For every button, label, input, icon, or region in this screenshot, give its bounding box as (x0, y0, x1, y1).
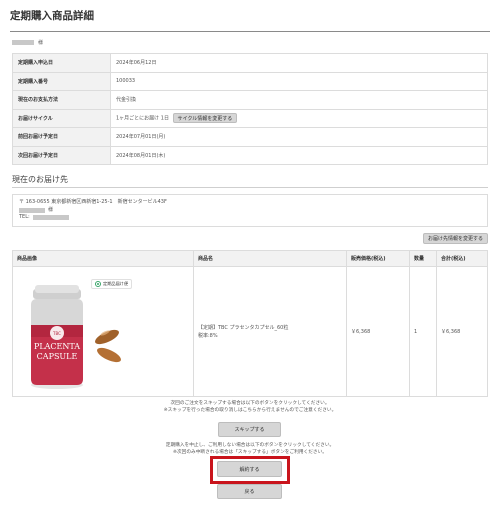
customer-name: 様 (12, 39, 43, 46)
info-label: 前回お届け予定日 (12, 127, 111, 147)
header-price: 販売価格(税込) (346, 250, 410, 267)
cancel-note-2: ※次回のみ中断される場合は「スキップする」ボタンをご利用ください。 (173, 450, 327, 455)
info-value: 2024年06月12日 (110, 53, 488, 73)
info-row: 定期購入申込日 2024年06月12日 (12, 53, 488, 73)
skip-button[interactable]: スキップする (218, 422, 281, 437)
info-label: お届けサイクル (12, 108, 111, 128)
items-table: 商品画像 商品名 販売価格(税込) 数量 合計(税込) TBC PLACENTA… (12, 250, 488, 397)
title-divider (10, 31, 490, 32)
redacted-name (12, 40, 34, 45)
subscription-info-table: 定期購入申込日 2024年06月12日 定期購入番号 100033 現在のお支払… (12, 53, 488, 165)
info-label: 定期購入申込日 (12, 53, 111, 73)
cancel-note-1: 定期購入を中止し、ご利用しない場合は以下のボタンをクリックしてください。 (165, 443, 335, 448)
info-label: 次回お届け予定日 (12, 145, 111, 165)
product-price: ￥6,368 (346, 266, 410, 397)
info-row: お届けサイクル 1ヶ月ごとにお届け 1日 サイクル情報を変更する (12, 108, 488, 128)
tel-label: TEL: (19, 214, 30, 220)
cancel-notes: 定期購入を中止し、ご利用しない場合は以下のボタンをクリックしてください。 ※次回… (0, 442, 500, 456)
skip-notes: 次回のご注文をスキップする場合は以下のボタンをクリックしてください。 ※スキップ… (0, 400, 500, 414)
bottle-label-line1: PLACENTA (34, 342, 80, 351)
delivery-section-title: 現在のお届け先 (12, 175, 68, 184)
info-value: 代金引換 (110, 90, 488, 110)
product-total: ￥6,368 (436, 266, 488, 397)
redacted-tel (32, 215, 69, 221)
badge-label: 定期品届け便 (103, 281, 129, 286)
info-row: 前回お届け予定日 2024年07月01日(月) (12, 127, 488, 147)
header-name: 商品名 (193, 250, 347, 267)
items-header-row: 商品画像 商品名 販売価格(税込) 数量 合計(税込) (12, 250, 488, 267)
redacted-recipient (19, 207, 45, 213)
subscription-badge: 定期品届け便 (91, 279, 133, 289)
recipient-suffix: 様 (48, 206, 54, 213)
product-qty: 1 (409, 266, 437, 397)
product-image: TBC PLACENTA CAPSULE (31, 285, 121, 389)
header-qty: 数量 (409, 250, 437, 267)
badge-check-icon (95, 281, 101, 287)
bottle-brand-text: TBC (52, 331, 61, 336)
info-value: 100033 (110, 71, 488, 91)
info-label: 定期購入番号 (12, 71, 111, 91)
info-value: 2024年08月01日(木) (110, 145, 488, 165)
product-tax: 税率:8% (198, 332, 218, 339)
info-value: 1ヶ月ごとにお届け 1日 (116, 115, 169, 122)
info-value-cell: 1ヶ月ごとにお届け 1日 サイクル情報を変更する (110, 108, 488, 128)
bottle-label-line2: CAPSULE (37, 352, 78, 361)
info-row: 次回お届け予定日 2024年08月01日(木) (12, 145, 488, 165)
change-delivery-button[interactable]: お届け先情報を変更する (422, 233, 488, 244)
product-image-cell: TBC PLACENTA CAPSULE 定期品届け便 (12, 266, 194, 397)
change-cycle-button[interactable]: サイクル情報を変更する (172, 113, 238, 124)
section-divider (12, 187, 488, 188)
recipient-line: 様 (19, 207, 481, 215)
header-total: 合計(税込) (436, 250, 488, 267)
back-button[interactable]: 戻る (217, 484, 282, 499)
page-title: 定期購入商品詳細 (10, 10, 94, 22)
info-value: 2024年07月01日(月) (110, 127, 488, 147)
delivery-address-box: 〒 163-0655 東京都新宿区西新宿1-25-1 新宿センタービル43F 様… (12, 194, 488, 227)
info-row: 定期購入番号 100033 (12, 71, 488, 91)
skip-note-1: 次回のご注文をスキップする場合は以下のボタンをクリックしてください。 (170, 401, 330, 406)
header-image: 商品画像 (12, 250, 194, 267)
skip-note-2: ※スキップを行った場合の取り消しはこちらから行えませんのでご注意ください。 (163, 408, 337, 413)
cancel-subscription-button[interactable]: 解約する (217, 461, 282, 477)
address-line: 〒 163-0655 東京都新宿区西新宿1-25-1 新宿センタービル43F (19, 199, 167, 205)
table-row: TBC PLACENTA CAPSULE 定期品届け便 【定期】TBC プラセン… (12, 266, 488, 397)
info-label: 現在のお支払方法 (12, 90, 111, 110)
product-name: 【定期】TBC プラセンタカプセル_60粒 (198, 324, 289, 331)
tel-line: TEL: (19, 214, 481, 222)
customer-suffix: 様 (38, 40, 44, 46)
info-row: 現在のお支払方法 代金引換 (12, 90, 488, 110)
product-name-cell: 【定期】TBC プラセンタカプセル_60粒 税率:8% (193, 266, 347, 397)
